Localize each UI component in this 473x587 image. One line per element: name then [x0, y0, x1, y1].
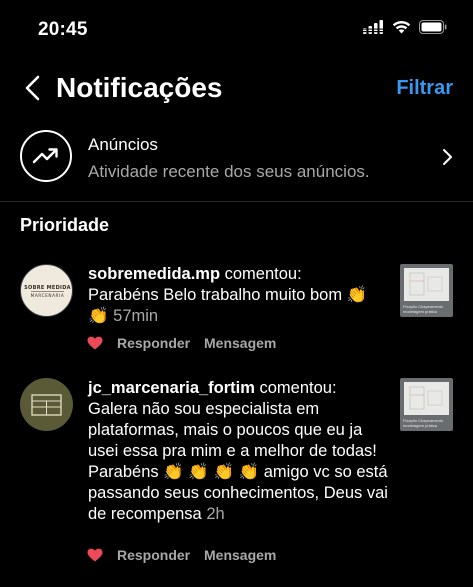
- ads-subtitle: Atividade recente dos seus anúncios.: [88, 162, 370, 181]
- heart-icon[interactable]: [87, 336, 103, 353]
- avatar-logo: [31, 394, 62, 416]
- reply-button[interactable]: Responder: [117, 547, 190, 563]
- notification-action: comentou:: [254, 379, 337, 397]
- status-icons: [363, 20, 447, 39]
- trending-up-icon: [20, 130, 72, 182]
- thumbnail-caption: Fixação Chapeamento modelagem prática: [403, 304, 444, 314]
- message-button[interactable]: Mensagem: [204, 547, 276, 563]
- status-time: 20:45: [38, 19, 88, 40]
- notification-action: comentou:: [220, 265, 302, 283]
- section-title-priority: Prioridade: [20, 215, 110, 235]
- svg-text:SOBRE MEDIDA: SOBRE MEDIDA: [24, 285, 71, 291]
- username[interactable]: sobremedida.mp: [88, 265, 220, 283]
- thumbnail-image: [404, 268, 449, 301]
- ads-title: Anúncios: [88, 135, 158, 154]
- message-button[interactable]: Mensagem: [204, 335, 276, 351]
- comment-text: Galera não sou especialista em plataform…: [88, 400, 388, 523]
- username[interactable]: jc_marcenaria_fortim: [88, 379, 255, 397]
- thumbnail-image: [404, 382, 449, 415]
- chevron-left-icon: [25, 75, 40, 101]
- avatar[interactable]: [20, 378, 73, 431]
- avatar-logo: SOBRE MEDIDA MARCENARIA: [24, 285, 71, 298]
- notification-text: jc_marcenaria_fortim comentou: Galera nã…: [88, 378, 388, 525]
- signal-icon: [363, 20, 384, 39]
- heart-icon[interactable]: [87, 548, 103, 565]
- status-bar: 20:45: [0, 0, 473, 60]
- header: Notificações Filtrar: [0, 64, 473, 114]
- battery-icon: [419, 20, 447, 39]
- avatar[interactable]: SOBRE MEDIDA MARCENARIA: [20, 264, 73, 317]
- post-thumbnail[interactable]: Fixação Chapeamento modelagem prática: [400, 264, 453, 317]
- wifi-icon: [392, 20, 411, 39]
- chevron-right-icon: [441, 148, 453, 171]
- thumbnail-caption: Fixação Chapeamento modelagem prática: [403, 418, 444, 428]
- timestamp: 57min: [113, 307, 159, 325]
- reply-button[interactable]: Responder: [117, 335, 190, 351]
- page-title: Notificações: [56, 72, 223, 103]
- notification-text: sobremedida.mp comentou: Parabéns Belo t…: [88, 264, 388, 327]
- post-thumbnail[interactable]: Fixação Chapeamento modelagem prática: [400, 378, 453, 431]
- svg-text:MARCENARIA: MARCENARIA: [31, 293, 65, 298]
- ads-activity-row[interactable]: Anúncios Atividade recente dos seus anún…: [0, 124, 473, 194]
- divider: [0, 201, 473, 202]
- back-button[interactable]: [22, 74, 44, 102]
- filter-button[interactable]: Filtrar: [396, 77, 453, 100]
- timestamp: 2h: [206, 505, 225, 523]
